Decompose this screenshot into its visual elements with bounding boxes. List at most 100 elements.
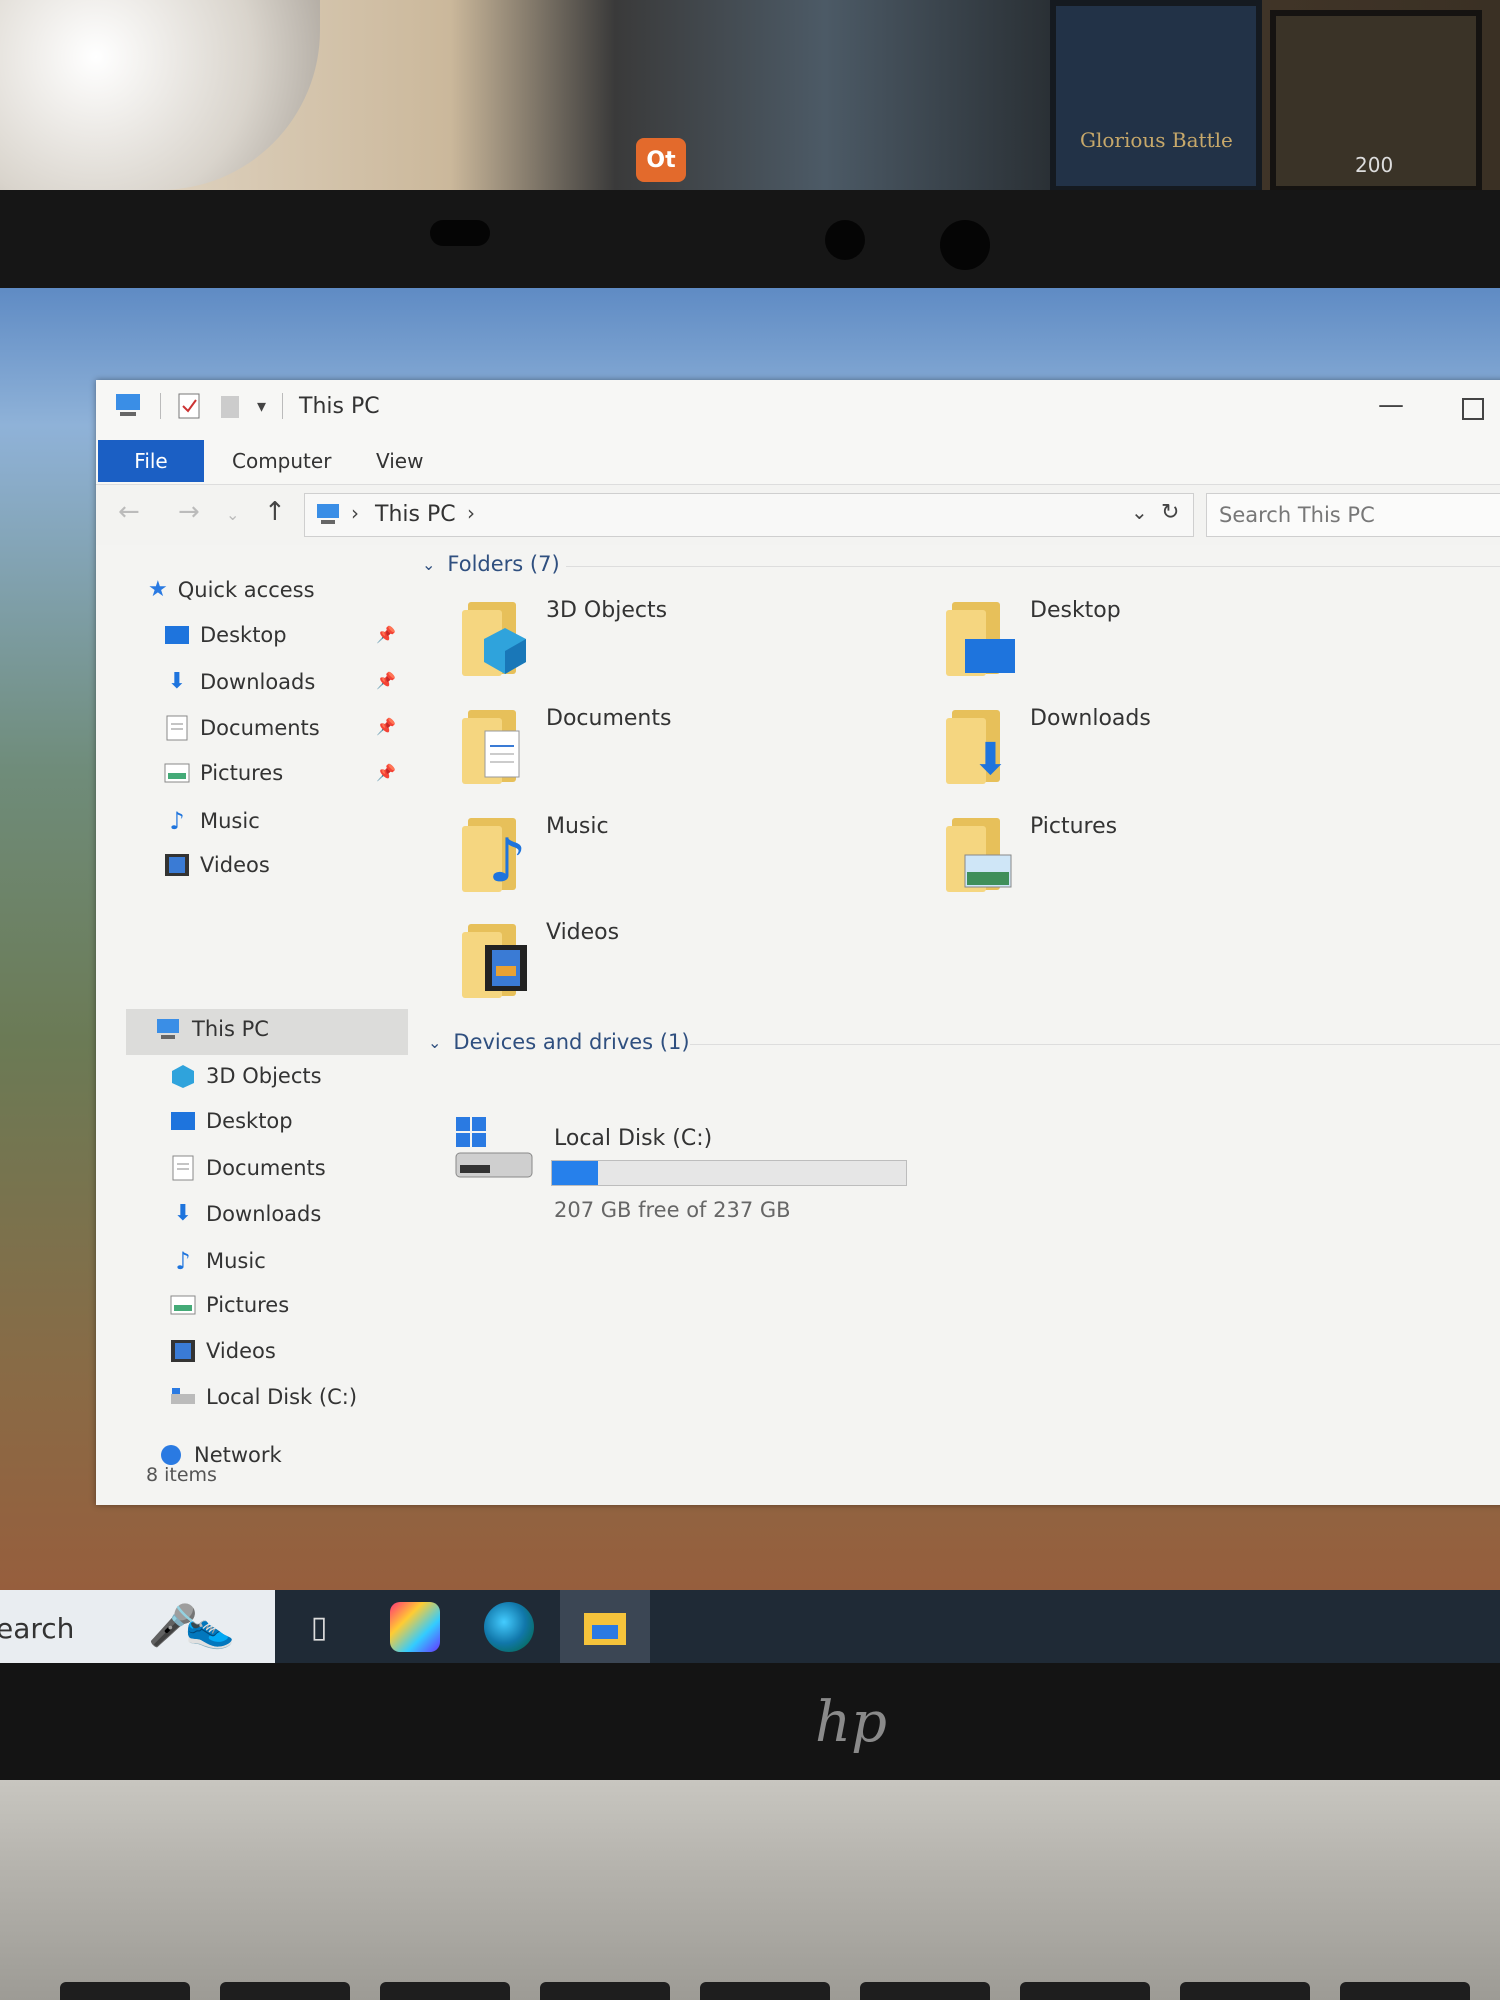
- laptop-bottom-bezel: [0, 1663, 1500, 1780]
- pin-icon[interactable]: 📌: [376, 671, 396, 690]
- folder-icon: [946, 598, 1015, 676]
- sidebar-item-label: Documents: [206, 1156, 326, 1180]
- laptop-top-bezel: [0, 190, 1500, 290]
- webcam-shutter: [940, 220, 990, 270]
- folder-pictures[interactable]: Pictures: [946, 814, 1117, 892]
- folder-downloads[interactable]: ⬇ Downloads: [946, 706, 1151, 785]
- sidebar-item-documents[interactable]: Documents: [170, 1155, 326, 1181]
- sidebar-item-label: Quick access: [177, 577, 315, 602]
- breadcrumb[interactable]: This PC: [375, 502, 456, 527]
- sidebar-item-label: Documents: [200, 716, 320, 740]
- recent-locations-icon[interactable]: ⌄: [226, 505, 239, 524]
- sidebar-item-downloads[interactable]: ⬇ Downloads: [164, 669, 316, 694]
- sidebar-item-label: Desktop: [200, 623, 287, 647]
- sidebar-item-this-pc[interactable]: This PC: [156, 1017, 269, 1041]
- task-view-icon[interactable]: ▯: [294, 1602, 344, 1652]
- devices-group-header[interactable]: ⌄ Devices and drives (1): [428, 1030, 690, 1054]
- folder-desktop[interactable]: Desktop: [946, 598, 1121, 676]
- minimize-button[interactable]: —: [1378, 390, 1404, 420]
- sidebar-item-music[interactable]: ♪ Music: [170, 1247, 266, 1275]
- up-arrow-icon[interactable]: ↑: [264, 497, 286, 527]
- sidebar-item-label: Videos: [206, 1339, 276, 1363]
- sidebar-item-downloads[interactable]: ⬇ Downloads: [170, 1201, 322, 1226]
- folder-label: Desktop: [1030, 598, 1121, 623]
- chevron-down-icon[interactable]: ⌄: [428, 1033, 441, 1052]
- drive-icon: [171, 1388, 195, 1404]
- desktop-screen: ▾ This PC — File Computer View ← → ⌄ ↑ ›…: [0, 288, 1500, 1663]
- sidebar-item-3d-objects[interactable]: 3D Objects: [170, 1063, 322, 1089]
- customize-toolbar-icon[interactable]: ▾: [257, 396, 266, 417]
- back-arrow-icon[interactable]: ←: [118, 497, 140, 527]
- file-explorer-icon[interactable]: [580, 1602, 630, 1652]
- search-input[interactable]: Search This PC: [1206, 493, 1500, 537]
- folder-documents[interactable]: Documents: [462, 706, 671, 784]
- desktop-icon: [165, 626, 189, 644]
- folder-music[interactable]: ♪ Music: [462, 814, 609, 896]
- new-folder-icon[interactable]: [219, 392, 241, 420]
- window-title: This PC: [299, 394, 380, 419]
- folder-3d-objects[interactable]: 3D Objects: [462, 598, 667, 676]
- pin-icon[interactable]: 📌: [376, 717, 396, 736]
- sidebar-item-desktop[interactable]: Desktop: [170, 1109, 293, 1133]
- keyboard-key: [60, 1982, 190, 2000]
- folder-label: Downloads: [1030, 706, 1151, 731]
- sidebar-item-pictures[interactable]: Pictures: [170, 1293, 289, 1317]
- quick-access-toolbar: ▾: [114, 392, 284, 420]
- address-row: ← → ⌄ ↑ › This PC › ⌄ ↻ Search This PC: [96, 485, 1500, 545]
- address-bar[interactable]: › This PC › ⌄ ↻: [304, 493, 1194, 537]
- folder-label: Pictures: [1030, 814, 1118, 839]
- breadcrumb-chevron-icon[interactable]: ›: [351, 501, 359, 525]
- this-pc-icon: [317, 504, 339, 524]
- sidebar-item-label: This PC: [192, 1017, 269, 1041]
- refresh-icon[interactable]: ↻: [1161, 500, 1179, 525]
- desktop-icon: [171, 1112, 195, 1130]
- sidebar-item-local-disk[interactable]: Local Disk (C:): [170, 1385, 357, 1409]
- keyboard-key: [540, 1982, 670, 2000]
- sidebar-item-videos[interactable]: Videos: [170, 1339, 276, 1363]
- tab-computer[interactable]: Computer: [232, 449, 331, 473]
- sidebar-item-documents[interactable]: Documents: [164, 715, 320, 741]
- group-title: Devices and drives (1): [453, 1030, 690, 1054]
- pictures-icon: [164, 763, 190, 783]
- hard-drive-icon: [455, 1117, 533, 1178]
- forward-arrow-icon[interactable]: →: [178, 497, 200, 527]
- pin-icon[interactable]: 📌: [376, 763, 396, 782]
- tab-view[interactable]: View: [376, 449, 423, 473]
- landscape-picture-icon: [964, 854, 1012, 888]
- sidebar-item-videos[interactable]: Videos: [164, 853, 270, 877]
- address-dropdown-icon[interactable]: ⌄: [1131, 500, 1148, 524]
- game-app-badge: Ot: [636, 138, 686, 182]
- folder-videos[interactable]: Videos: [462, 920, 619, 998]
- breadcrumb-chevron-icon[interactable]: ›: [467, 501, 475, 525]
- taskbar-search-box[interactable]: earch 🎤 👟: [0, 1590, 275, 1663]
- drive-usage-fill: [552, 1161, 599, 1185]
- document-page-icon: [484, 730, 520, 778]
- folder-icon: [462, 598, 528, 676]
- chevron-down-icon[interactable]: ⌄: [422, 555, 435, 574]
- file-explorer-window: ▾ This PC — File Computer View ← → ⌄ ↑ ›…: [96, 380, 1500, 1505]
- sidebar-item-label: Music: [206, 1249, 266, 1273]
- sidebar-item-music[interactable]: ♪ Music: [164, 807, 259, 835]
- folder-label: 3D Objects: [546, 598, 668, 623]
- coin-count: 200: [1355, 153, 1394, 177]
- music-note-icon: ♪: [175, 1247, 191, 1275]
- videos-icon: [165, 854, 189, 876]
- maximize-button[interactable]: [1462, 398, 1484, 420]
- taskbar: earch 🎤 👟 ▯: [0, 1590, 1500, 1663]
- edge-icon[interactable]: [484, 1602, 534, 1652]
- sneakers-icon: 👟: [185, 1605, 235, 1651]
- group-title: Folders (7): [447, 552, 560, 576]
- keyboard-key: [700, 1982, 830, 2000]
- copilot-icon[interactable]: [390, 1602, 440, 1652]
- folders-group-header[interactable]: ⌄ Folders (7): [422, 552, 560, 576]
- folder-icon: [462, 706, 528, 784]
- sidebar-item-pictures[interactable]: Pictures: [164, 761, 283, 785]
- sidebar-item-desktop[interactable]: Desktop: [164, 623, 287, 647]
- properties-icon[interactable]: [177, 392, 203, 420]
- ir-sensor: [430, 220, 490, 246]
- tab-file[interactable]: File: [98, 440, 204, 482]
- sidebar-item-quick-access[interactable]: ★ Quick access: [148, 577, 315, 602]
- pin-icon[interactable]: 📌: [376, 625, 396, 644]
- folder-label: Documents: [546, 706, 672, 731]
- laptop-chassis: [0, 1780, 1500, 2000]
